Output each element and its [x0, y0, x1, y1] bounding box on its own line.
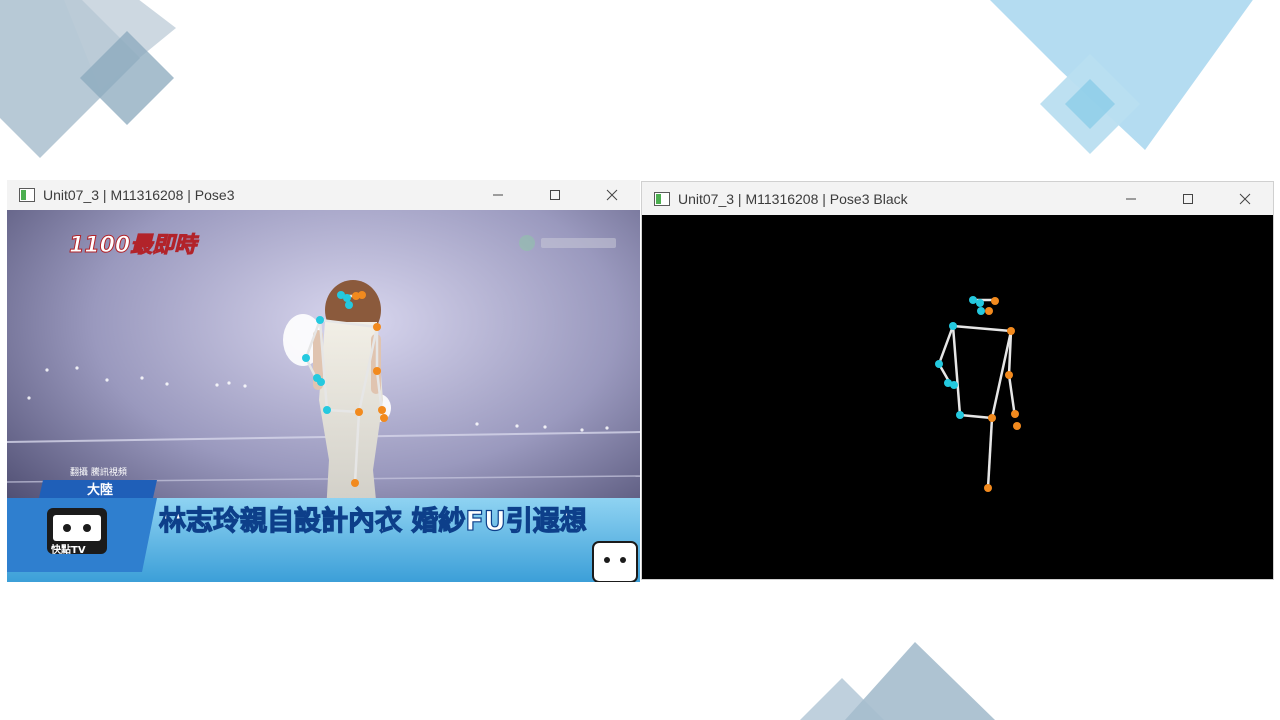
minimize-icon — [492, 194, 503, 196]
decor-diamonds-bottom — [800, 642, 995, 720]
maximize-button[interactable] — [526, 180, 583, 210]
window-title: Unit07_3 | M11316208 | Pose3 — [43, 187, 235, 203]
program-logo: 1100最即時 — [69, 233, 199, 258]
pose-black-window[interactable]: Unit07_3 | M11316208 | Pose3 Black — [641, 181, 1274, 580]
decor-diamonds-top-right — [990, 0, 1253, 154]
maximize-button[interactable] — [1159, 182, 1216, 215]
svg-text:快點TV: 快點TV — [50, 543, 86, 556]
black-canvas — [642, 215, 1273, 579]
mascot-corner — [592, 541, 638, 582]
close-button[interactable] — [1216, 182, 1273, 215]
app-icon — [654, 191, 670, 206]
pose-keypoints — [935, 296, 1021, 492]
title-bar[interactable]: Unit07_3 | M11316208 | Pose3 — [7, 180, 640, 210]
minimize-button[interactable] — [469, 180, 526, 210]
maximize-icon — [549, 190, 560, 200]
decor-diamonds-top-left — [0, 0, 176, 158]
maximize-icon — [1182, 193, 1193, 204]
source-label: 翻攝 騰訊視頻 — [70, 466, 127, 478]
close-button[interactable] — [583, 180, 640, 210]
close-icon — [606, 189, 617, 201]
minimize-button[interactable] — [1102, 182, 1159, 215]
region-badge: 大陸 — [87, 482, 113, 498]
video-frame: 1100最即時 翻攝 騰訊視頻 大陸 快點TV 林志玲親自設計內衣 婚紗FU引遐… — [7, 210, 640, 582]
pose-window[interactable]: Unit07_3 | M11316208 | Pose3 1100最即時 翻攝 … — [7, 180, 640, 582]
app-icon — [19, 188, 35, 202]
close-icon — [1239, 193, 1250, 204]
window-title: Unit07_3 | M11316208 | Pose3 Black — [678, 190, 908, 207]
channel-logo: 快點TV — [47, 508, 107, 556]
title-bar[interactable]: Unit07_3 | M11316208 | Pose3 Black — [642, 182, 1273, 215]
news-headline: 林志玲親自設計內衣 婚紗FU引遐想 — [159, 505, 587, 537]
minimize-icon — [1125, 198, 1136, 199]
